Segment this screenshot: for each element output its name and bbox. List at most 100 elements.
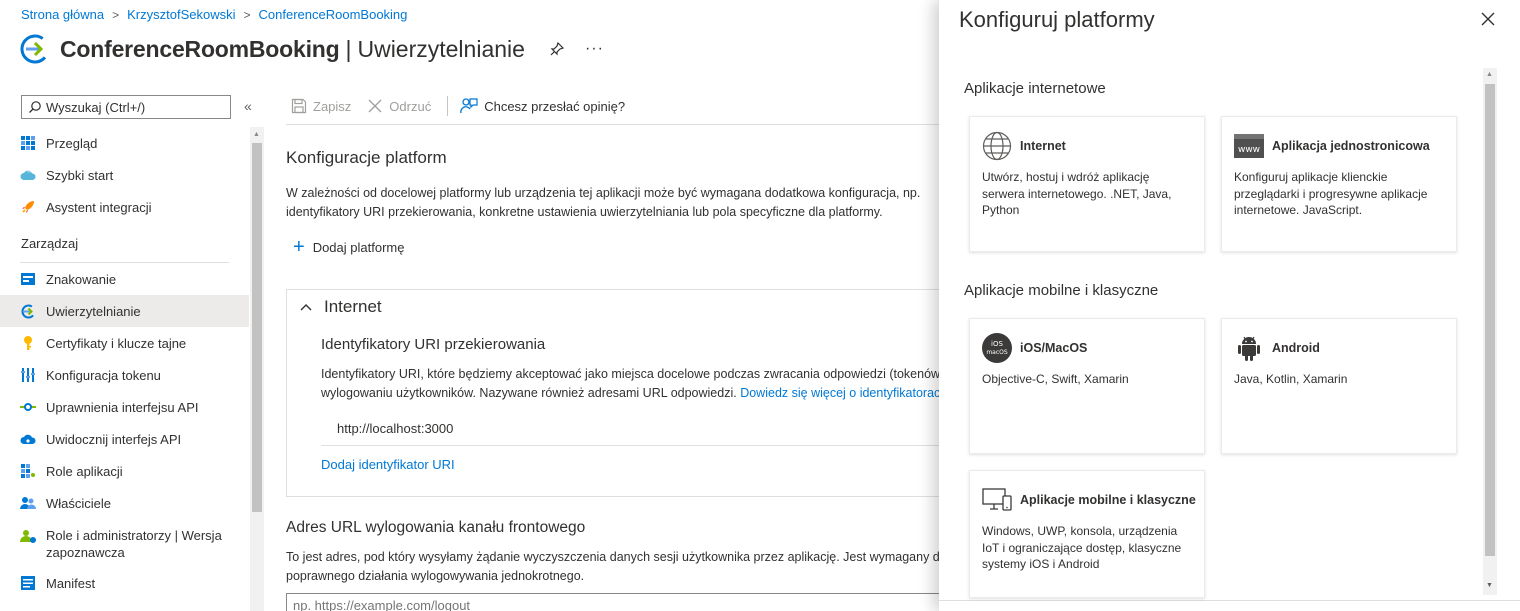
description-text: wylogowaniu użytkowników. Nazywane równi… xyxy=(321,386,737,400)
save-button[interactable]: Zapisz xyxy=(291,98,351,114)
tile-web[interactable]: Internet Utwórz, hostuj i wdróż aplikacj… xyxy=(969,116,1205,252)
ios-icon-text: iOS xyxy=(991,340,1003,348)
sidebar-item-label: Znakowanie xyxy=(46,271,117,287)
save-icon xyxy=(291,98,307,114)
tile-name: Aplikacja jednostronicowa xyxy=(1272,139,1430,153)
sidebar-item-owners[interactable]: Właściciele xyxy=(0,487,249,519)
collapse-sidebar-button[interactable]: « xyxy=(244,98,252,114)
rocket-icon xyxy=(20,199,36,215)
sidebar-search-input[interactable]: Wyszukaj (Ctrl+/) xyxy=(21,95,231,119)
breadcrumb-app[interactable]: ConferenceRoomBooking xyxy=(259,7,408,22)
sidebar-item-label: Uwidocznij interfejs API xyxy=(46,431,182,447)
front-channel-logout-description: To jest adres, pod który wysyłamy żądani… xyxy=(286,548,940,586)
discard-button[interactable]: Odrzuć xyxy=(367,98,431,114)
app-roles-icon xyxy=(20,463,36,479)
plus-icon: + xyxy=(293,236,305,258)
chevron-up-icon[interactable] xyxy=(300,300,312,314)
sidebar-item-label: Przegląd xyxy=(46,135,98,151)
sidebar-item-label: Role aplikacji xyxy=(46,463,123,479)
sidebar-item-app-roles[interactable]: Role aplikacji xyxy=(0,455,249,487)
web-platform-title: Internet xyxy=(324,297,382,316)
owners-icon xyxy=(20,495,36,511)
uri-divider xyxy=(321,445,940,446)
search-placeholder: Wyszukaj (Ctrl+/) xyxy=(46,99,146,115)
title-separator: | xyxy=(345,35,352,62)
mobile-desktop-group-title: Aplikacje mobilne i klasyczne xyxy=(964,282,1159,299)
sidebar-item-label: Właściciele xyxy=(46,495,112,511)
tile-description: Java, Kotlin, Xamarin xyxy=(1234,372,1348,386)
add-platform-button[interactable]: + Dodaj platformę xyxy=(293,237,404,257)
add-uri-link[interactable]: Dodaj identyfikator URI xyxy=(321,457,455,472)
redirect-uris-heading: Identyfikatory URI przekierowania xyxy=(321,336,546,353)
panel-scrollbar-thumb[interactable] xyxy=(1485,84,1495,556)
macos-icon-text: macOS xyxy=(986,349,1008,356)
sidebar-item-integration-assistant[interactable]: Asystent integracji xyxy=(0,191,249,223)
sidebar-item-certificates-secrets[interactable]: Certyfikaty i klucze tajne xyxy=(0,327,249,359)
description-line: To jest adres, pod który wysyłamy żądani… xyxy=(286,550,940,564)
manifest-icon xyxy=(20,575,36,591)
web-apps-group-title: Aplikacje internetowe xyxy=(964,80,1106,97)
www-icon: www xyxy=(1234,131,1264,161)
scroll-up-arrow-icon[interactable]: ▲ xyxy=(253,131,260,138)
sidebar-item-overview[interactable]: Przegląd xyxy=(0,127,249,159)
close-icon[interactable] xyxy=(1479,10,1497,28)
sidebar-item-expose-api[interactable]: Uwidocznij interfejs API xyxy=(0,423,249,455)
ios-macos-icon: iOS macOS xyxy=(982,333,1012,363)
sidebar-item-branding[interactable]: Znakowanie xyxy=(0,263,249,295)
more-options-button[interactable]: ··· xyxy=(585,40,604,58)
sidebar-item-roles-admins[interactable]: Role i administratorzy | Wersja zapoznaw… xyxy=(0,519,249,567)
sidebar-item-token-configuration[interactable]: Konfiguracja tokenu xyxy=(0,359,249,391)
globe-icon xyxy=(982,131,1012,161)
page-header: ConferenceRoomBooking | Uwierzytelnianie… xyxy=(20,34,604,64)
sidebar-item-label: Szybki start xyxy=(46,167,114,183)
scroll-down-arrow-icon[interactable]: ▼ xyxy=(1486,582,1493,589)
scroll-up-arrow-icon[interactable]: ▲ xyxy=(1486,71,1493,78)
breadcrumb-home[interactable]: Strona główna xyxy=(21,7,104,22)
tile-description: Utwórz, hostuj i wdróż aplikację serwera… xyxy=(982,170,1172,217)
sidebar-item-api-permissions[interactable]: Uprawnienia interfejsu API xyxy=(0,391,249,423)
overview-icon xyxy=(20,135,36,151)
logout-url-input[interactable] xyxy=(286,593,946,611)
breadcrumb-separator: > xyxy=(112,7,120,22)
token-icon xyxy=(20,367,36,383)
sidebar-item-label: Role i administratorzy | Wersja zapoznaw… xyxy=(46,528,222,560)
sidebar-item-label: Certyfikaty i klucze tajne xyxy=(46,335,187,351)
sidebar-scrollbar-thumb[interactable] xyxy=(252,143,262,512)
tile-description: Objective-C, Swift, Xamarin xyxy=(982,372,1129,386)
redirect-uris-description: Identyfikatory URI, które będziemy akcep… xyxy=(321,365,940,403)
web-platform-header[interactable]: Internet xyxy=(300,297,382,317)
www-icon-text: www xyxy=(1238,145,1260,155)
breadcrumb-separator: > xyxy=(243,7,251,22)
tile-mobile-desktop[interactable]: Aplikacje mobilne i klasyczne Windows, U… xyxy=(969,470,1205,598)
tile-ios-macos[interactable]: iOS macOS iOS/MacOS Objective-C, Swift, X… xyxy=(969,318,1205,454)
breadcrumb-directory[interactable]: KrzysztofSekowski xyxy=(127,7,235,22)
pin-icon[interactable] xyxy=(549,41,565,57)
branding-icon xyxy=(20,271,36,287)
breadcrumb: Strona główna > KrzysztofSekowski > Conf… xyxy=(21,7,407,22)
platform-configurations-heading: Konfiguracje platform xyxy=(286,148,447,167)
description-line: poprawnego działania wylogowywania jedno… xyxy=(286,569,585,583)
tile-name: Android xyxy=(1272,341,1320,355)
app-registration-icon xyxy=(20,34,50,64)
page-title: Uwierzytelnianie xyxy=(357,35,525,62)
description-line: Identyfikatory URI, które będziemy akcep… xyxy=(321,367,940,381)
learn-more-link[interactable]: Dowiedz się więcej o identyfikatorach UR… xyxy=(740,386,940,400)
redirect-uri-value[interactable]: http://localhost:3000 xyxy=(337,421,453,436)
sidebar-item-authentication[interactable]: Uwierzytelnianie xyxy=(0,295,249,327)
sidebar-item-manifest[interactable]: Manifest xyxy=(0,567,249,599)
app-name: ConferenceRoomBooking xyxy=(60,35,340,62)
sidebar-item-label: Uprawnienia interfejsu API xyxy=(46,399,199,415)
tile-description: Windows, UWP, konsola, urządzenia IoT i … xyxy=(982,524,1182,571)
feedback-button[interactable]: Chcesz przesłać opinię? xyxy=(460,97,625,115)
key-icon xyxy=(20,335,36,351)
tile-android[interactable]: Android Java, Kotlin, Xamarin xyxy=(1221,318,1457,454)
auth-icon xyxy=(20,303,36,319)
sidebar-item-quickstart[interactable]: Szybki start xyxy=(0,159,249,191)
feedback-icon xyxy=(460,98,478,114)
add-platform-label: Dodaj platformę xyxy=(312,239,405,255)
search-icon xyxy=(29,101,41,113)
sidebar-section-manage: Zarządzaj xyxy=(0,223,249,263)
description-line: identyfikatory URI przekierowania, konkr… xyxy=(286,205,883,219)
tile-name: iOS/MacOS xyxy=(1020,341,1088,355)
tile-spa[interactable]: www Aplikacja jednostronicowa Konfiguruj… xyxy=(1221,116,1457,252)
